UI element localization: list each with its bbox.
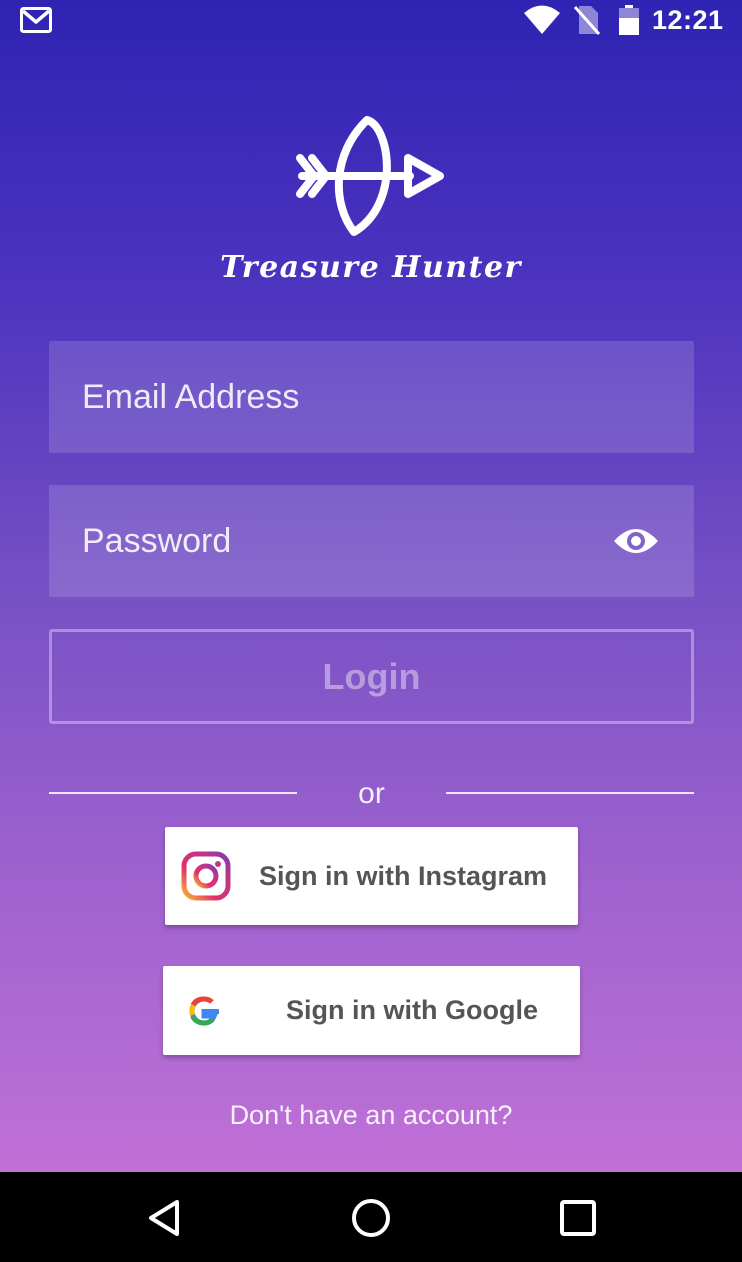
no-sim-icon	[574, 6, 600, 35]
google-signin-label: Sign in with Google	[286, 995, 538, 1025]
status-time: 12:21	[652, 5, 724, 35]
battery-icon	[619, 5, 639, 35]
back-icon[interactable]	[143, 1196, 187, 1240]
divider-line-left	[49, 792, 297, 794]
bow-arrow-logo	[296, 116, 444, 236]
system-nav-bar	[0, 1172, 742, 1262]
login-screen: 12:21 Treasure Hunter Login or	[0, 0, 742, 1172]
divider-or: or	[358, 777, 385, 810]
google-signin-button[interactable]: Sign in with Google	[163, 966, 580, 1055]
gmail-icon	[20, 7, 52, 33]
email-field-container	[49, 341, 694, 453]
google-icon	[189, 996, 219, 1026]
signup-link[interactable]: Don't have an account?	[171, 1094, 571, 1136]
eye-icon[interactable]	[612, 523, 660, 559]
login-button[interactable]: Login	[49, 629, 694, 724]
divider-line-right	[446, 792, 694, 794]
instagram-icon	[181, 851, 231, 901]
instagram-signin-button[interactable]: Sign in with Instagram	[165, 827, 578, 925]
recents-icon[interactable]	[556, 1196, 600, 1240]
email-field[interactable]	[49, 341, 694, 453]
instagram-signin-label: Sign in with Instagram	[259, 860, 548, 891]
password-field[interactable]	[49, 485, 694, 597]
home-icon[interactable]	[349, 1196, 393, 1240]
password-field-container	[49, 485, 694, 597]
app-name: Treasure Hunter	[220, 250, 522, 285]
status-bar: 12:21	[0, 0, 742, 40]
wifi-icon	[524, 5, 560, 34]
